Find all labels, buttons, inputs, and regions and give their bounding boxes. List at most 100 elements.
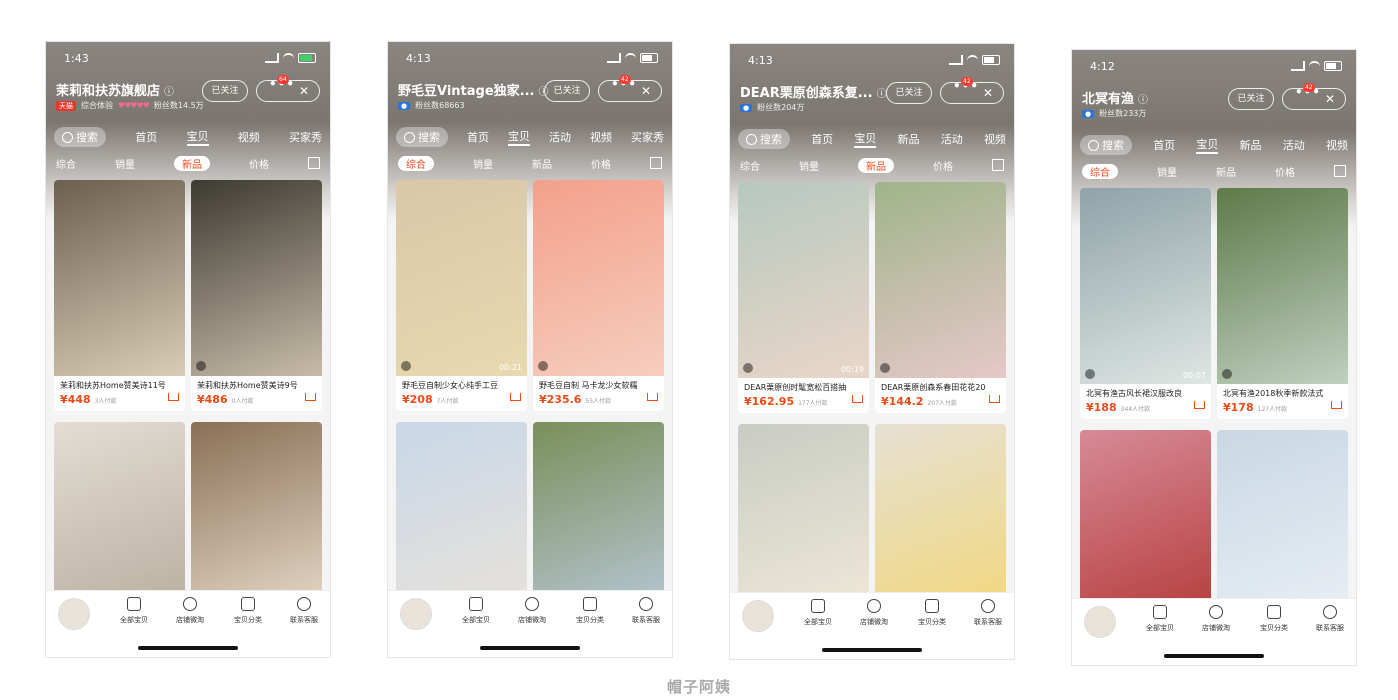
tabbar-item-3[interactable]: 联系客服: [616, 597, 672, 625]
nav-tab-3[interactable]: 活动: [549, 129, 571, 145]
tabbar-item-2[interactable]: 宝贝分类: [560, 597, 620, 625]
product-image[interactable]: [875, 424, 1006, 620]
shop-avatar[interactable]: [742, 600, 774, 632]
cart-icon[interactable]: [647, 393, 658, 401]
product-image[interactable]: 00:07: [1080, 188, 1211, 384]
tabbar-item-3[interactable]: 联系客服: [1300, 605, 1356, 633]
nav-tab-2[interactable]: 宝贝: [508, 128, 530, 146]
sort-option-3[interactable]: 价格: [1275, 164, 1295, 179]
tabbar-item-2[interactable]: 宝贝分类: [218, 597, 278, 625]
search-button[interactable]: 搜索: [1080, 135, 1132, 155]
nav-tab-4[interactable]: 视频: [590, 129, 612, 145]
capsule-menu[interactable]: ••• 42 ✕: [940, 77, 1004, 104]
cart-icon[interactable]: [1331, 401, 1342, 409]
sort-option-3[interactable]: 价格: [591, 156, 611, 171]
grid-view-icon[interactable]: [308, 157, 320, 169]
nav-tab-5[interactable]: 视频: [984, 131, 1006, 147]
shop-name-row[interactable]: 野毛豆Vintage独家... ⓘ: [398, 80, 548, 99]
shop-avatar[interactable]: [400, 598, 432, 630]
search-button[interactable]: 搜索: [396, 127, 448, 147]
info-icon[interactable]: ⓘ: [1138, 95, 1148, 106]
sort-option-2[interactable]: 新品: [174, 155, 210, 171]
follow-button[interactable]: 已关注: [202, 80, 248, 102]
nav-tab-1[interactable]: 首页: [811, 131, 833, 147]
product-image[interactable]: [875, 182, 1006, 378]
tabbar-item-1[interactable]: 店铺微淘: [502, 597, 562, 625]
nav-tab-4[interactable]: 活动: [1283, 137, 1305, 153]
shop-avatar[interactable]: [1084, 606, 1116, 638]
product-card[interactable]: 野毛豆自制 马卡龙少女软糯 ¥235.6 55人付款: [533, 180, 664, 411]
product-image[interactable]: [396, 422, 527, 618]
shop-name-row[interactable]: 北冥有渔 ⓘ: [1082, 88, 1148, 107]
shop-name[interactable]: 野毛豆Vintage独家...: [398, 84, 534, 99]
product-card[interactable]: 北冥有渔2018秋季新款法式 ¥178 127人付款: [1217, 188, 1348, 419]
nav-tab-1[interactable]: 首页: [135, 129, 157, 145]
sort-option-1[interactable]: 销量: [1157, 164, 1177, 179]
close-icon[interactable]: ✕: [983, 86, 993, 100]
product-image[interactable]: [533, 180, 664, 376]
sort-option-0[interactable]: 综合: [56, 156, 76, 171]
sort-option-1[interactable]: 销量: [473, 156, 493, 171]
product-image[interactable]: [54, 422, 185, 618]
nav-tab-2[interactable]: 宝贝: [1196, 136, 1219, 154]
follow-button[interactable]: 已关注: [544, 80, 590, 102]
product-card[interactable]: 茉莉和扶苏Home赞美诗11号 ¥448 3人付款: [54, 180, 185, 411]
nav-tab-4[interactable]: 活动: [941, 131, 963, 147]
tabbar-item-0[interactable]: 全部宝贝: [788, 599, 848, 627]
shop-name[interactable]: 北冥有渔: [1082, 92, 1134, 107]
sort-option-1[interactable]: 销量: [799, 158, 819, 173]
tabbar-item-2[interactable]: 宝贝分类: [902, 599, 962, 627]
product-card[interactable]: 00:19 DEAR栗原创时髦宽松百搭抽 ¥162.95 177人付款: [738, 182, 869, 413]
tabbar-item-2[interactable]: 宝贝分类: [1244, 605, 1304, 633]
search-button[interactable]: 搜索: [54, 127, 106, 147]
cart-icon[interactable]: [1194, 401, 1205, 409]
capsule-menu[interactable]: ••• 64 ✕: [256, 75, 320, 102]
close-icon[interactable]: ✕: [1325, 92, 1335, 106]
shop-name-row[interactable]: 茉莉和扶苏旗舰店 ⓘ: [56, 80, 174, 99]
sort-option-0[interactable]: 综合: [1082, 163, 1118, 179]
shop-name-row[interactable]: DEAR栗原创森系复... ⓘ: [740, 82, 887, 101]
product-image[interactable]: [533, 422, 664, 618]
grid-view-icon[interactable]: [992, 159, 1004, 171]
nav-tab-3[interactable]: 新品: [898, 131, 920, 147]
capsule-menu[interactable]: ••• 42 ✕: [598, 75, 662, 102]
sort-option-0[interactable]: 综合: [398, 155, 434, 171]
product-card[interactable]: 茉莉和扶苏Home赞美诗9号 ¥486 0人付款: [191, 180, 322, 411]
grid-view-icon[interactable]: [650, 157, 662, 169]
sort-option-1[interactable]: 销量: [115, 156, 135, 171]
tabbar-item-1[interactable]: 店铺微淘: [160, 597, 220, 625]
nav-tab-3[interactable]: 新品: [1240, 137, 1262, 153]
product-image[interactable]: 00:21: [396, 180, 527, 376]
product-card[interactable]: 00:07 北冥有渔古风长裙汉服改良 ¥188 344人付款: [1080, 188, 1211, 419]
grid-view-icon[interactable]: [1334, 165, 1346, 177]
product-image[interactable]: [191, 180, 322, 376]
product-card[interactable]: DEAR栗原创森系春田花花20 ¥144.2 207人付款: [875, 182, 1006, 413]
nav-tab-4[interactable]: 买家秀: [289, 129, 322, 145]
follow-button[interactable]: 已关注: [1228, 88, 1274, 110]
search-button[interactable]: 搜索: [738, 129, 790, 149]
tabbar-item-1[interactable]: 店铺微淘: [1186, 605, 1246, 633]
nav-tab-2[interactable]: 宝贝: [186, 128, 209, 146]
sort-option-0[interactable]: 综合: [740, 158, 760, 173]
nav-tab-2[interactable]: 宝贝: [854, 130, 877, 148]
info-icon[interactable]: ⓘ: [877, 89, 887, 100]
cart-icon[interactable]: [305, 393, 316, 401]
info-icon[interactable]: ⓘ: [164, 87, 174, 98]
tabbar-item-1[interactable]: 店铺微淘: [844, 599, 904, 627]
tabbar-item-0[interactable]: 全部宝贝: [104, 597, 164, 625]
product-image[interactable]: 00:19: [738, 182, 869, 378]
nav-tab-1[interactable]: 首页: [1153, 137, 1175, 153]
sort-option-3[interactable]: 价格: [249, 156, 269, 171]
sort-option-3[interactable]: 价格: [933, 158, 953, 173]
product-image[interactable]: [54, 180, 185, 376]
tabbar-item-3[interactable]: 联系客服: [274, 597, 330, 625]
nav-tab-5[interactable]: 视频: [1326, 137, 1348, 153]
follow-button[interactable]: 已关注: [886, 82, 932, 104]
cart-icon[interactable]: [510, 393, 521, 401]
tabbar-item-0[interactable]: 全部宝贝: [1130, 605, 1190, 633]
product-image[interactable]: [1080, 430, 1211, 626]
shop-name[interactable]: DEAR栗原创森系复...: [740, 86, 873, 101]
sort-option-2[interactable]: 新品: [532, 156, 552, 171]
cart-icon[interactable]: [168, 393, 179, 401]
close-icon[interactable]: ✕: [299, 84, 309, 98]
